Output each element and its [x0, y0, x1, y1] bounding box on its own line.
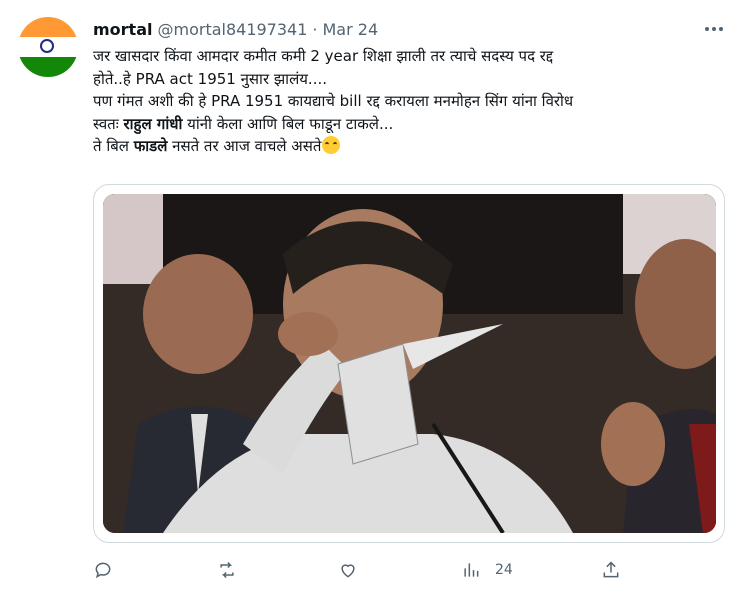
retweet-button[interactable]: [217, 556, 237, 584]
avatar[interactable]: [18, 17, 78, 77]
text-segment: नसते तर आज वाचले असते: [167, 137, 322, 155]
retweet-icon: [220, 561, 234, 579]
share-button[interactable]: [601, 556, 621, 584]
text-segment: यांनी केला आणि बिल फाडून टाकले...: [182, 114, 394, 133]
tweet-text-line: जर खासदार किंवा आमदार कमीत कमी 2 year शि…: [93, 47, 554, 65]
tweet-media[interactable]: [93, 184, 725, 543]
tweet-text-line: स्वतः राहुल गांधी यांनी केला आणि बिल फाड…: [93, 113, 725, 136]
share-icon: [603, 561, 619, 578]
tweet-text: जर खासदार किंवा आमदार कमीत कमी 2 year शि…: [93, 45, 725, 158]
views-button[interactable]: 24: [461, 556, 513, 584]
tweet-actions: 24: [93, 556, 633, 584]
views-icon: [464, 563, 479, 577]
tweet-date[interactable]: Mar 24: [323, 20, 379, 39]
ashoka-chakra-icon: [40, 39, 54, 53]
text-segment: स्वतः: [93, 114, 124, 133]
like-button[interactable]: [338, 556, 358, 584]
like-icon: [341, 564, 355, 578]
tears-of-joy-emoji-icon: [322, 136, 341, 154]
tweet[interactable]: mortal @mortal84197341 · Mar 24 जर खासदा…: [0, 0, 742, 600]
photo-illustration: [103, 194, 716, 533]
tweet-text-line: पण गंमत अशी की हे PRA 1951 कायद्याचे bil…: [93, 92, 574, 110]
tweet-photo[interactable]: [103, 194, 716, 533]
reply-icon: [95, 562, 111, 579]
header-separator: ·: [312, 19, 318, 39]
tweet-header: mortal @mortal84197341 · Mar 24: [93, 17, 378, 41]
flag-green-band: [18, 56, 78, 77]
tweet-text-line: ते बिल फाडले नसते तर आज वाचले असते: [93, 135, 725, 158]
flag-saffron-band: [18, 17, 78, 37]
tweet-text-line: होते..हे PRA act 1951 नुसार झालंय....: [93, 69, 328, 88]
bold-word: फाडले: [133, 137, 168, 155]
author-handle[interactable]: @mortal84197341: [157, 20, 307, 39]
bold-name: राहुल गांधी: [123, 114, 183, 133]
more-options-icon[interactable]: [702, 17, 726, 41]
reply-button[interactable]: [93, 556, 113, 584]
text-segment: ते बिल: [93, 137, 134, 155]
views-count: 24: [495, 562, 513, 578]
author-name[interactable]: mortal: [93, 20, 152, 39]
